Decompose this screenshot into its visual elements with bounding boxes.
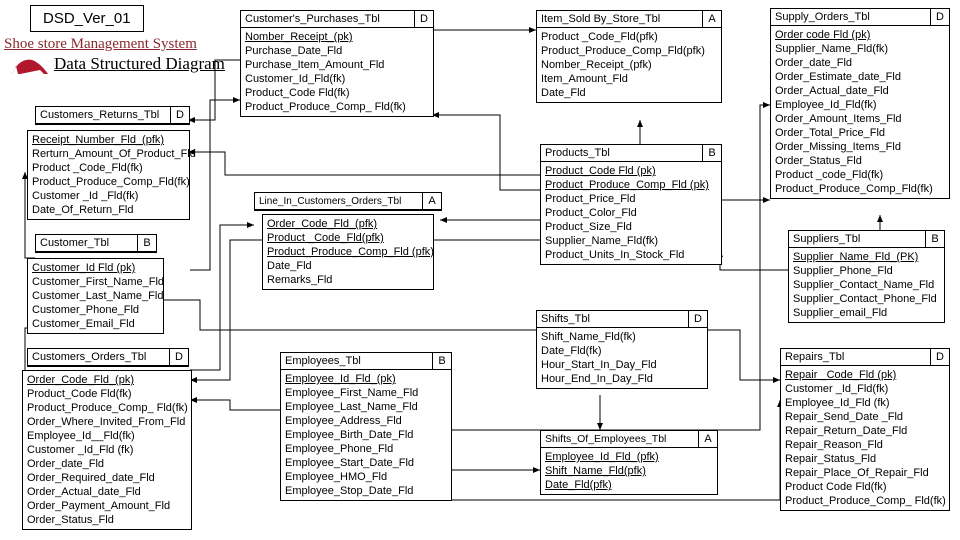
table-customers-orders-body: Order_Code_Fld_(pk) Product_Code Fld(fk)… <box>22 370 192 530</box>
table-customers-returns: Customers_Returns_TblD <box>35 106 190 125</box>
table-line-in-orders-body: Order_Code_Fld_(pfk) Product _Code_Fld(p… <box>262 214 434 290</box>
table-supply-orders: Supply_Orders_TblD Order code Fld (pk) S… <box>770 8 950 199</box>
version-label: DSD_Ver_01 <box>43 10 131 27</box>
table-employees: Employees_TblB Employee_Id_Fld_(pk) Empl… <box>280 352 452 501</box>
diagram-subtitle: Data Structured Diagram <box>54 54 225 74</box>
table-customers-purchases: Customer's_Purchases_TblD Nomber_Receipt… <box>240 10 434 117</box>
table-line-in-orders: Line_In_Customers_Orders_TblA <box>254 192 442 211</box>
table-item-sold: Item_Sold By_Store_TblA Product _Code_Fl… <box>536 10 722 103</box>
table-suppliers: Suppliers_TblB Supplier_Name_Fld_(PK) Su… <box>788 230 945 323</box>
table-customer-body: Customer_Id Fld (pk) Customer_First_Name… <box>27 258 164 334</box>
version-box: DSD_Ver_01 <box>30 5 144 32</box>
table-products: Products_TblB Product_Code Fld (pk) Prod… <box>540 144 722 265</box>
tbl-title: Customers_Returns_Tbl <box>36 107 170 123</box>
table-customers-orders: Customers_Orders_TblD <box>27 348 189 367</box>
project-title: Shoe store Management System <box>4 36 197 53</box>
table-repairs: Repairs_TblD Repair _Code_Fld (pk) Custo… <box>780 348 950 511</box>
table-shifts: Shifts_TblD Shift_Name_Fld(fk) Date_Fld(… <box>536 310 708 389</box>
tbl-tag: D <box>170 107 189 123</box>
heel-icon <box>10 54 50 76</box>
table-shifts-emp: Shifts_Of_Employees_TblA Employee_Id_Fld… <box>540 430 718 495</box>
table-customer: Customer_TblB <box>35 234 157 253</box>
table-customers-returns-body: Receipt_Number_Fld_(pfk) Rerturn_Amount_… <box>27 130 190 220</box>
